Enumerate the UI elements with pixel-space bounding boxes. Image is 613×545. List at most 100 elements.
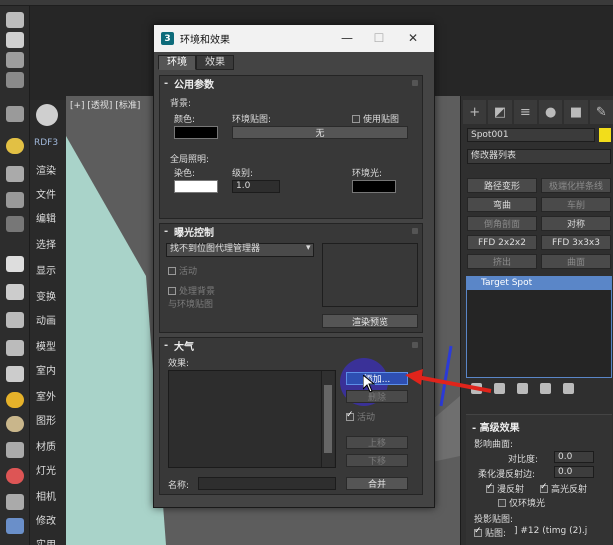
tab-effects[interactable]: 效果 [196, 55, 234, 70]
stack-item[interactable]: Target Spot [467, 277, 611, 290]
contrast-spinner[interactable]: 0.0 [554, 451, 594, 463]
move-up-button[interactable]: 上移 [346, 436, 408, 449]
cmd-render[interactable]: 渲染 [36, 162, 56, 177]
cmd-animation[interactable]: 动画 [36, 312, 56, 327]
light-icon[interactable] [6, 468, 24, 484]
exposure-control-header[interactable]: - 曝光控制 [160, 224, 422, 239]
model-icon[interactable] [6, 340, 24, 356]
diffuse-checkbox[interactable]: 漫反射 [486, 482, 524, 495]
modifier-button[interactable]: 弯曲 [467, 197, 537, 212]
effects-list[interactable] [168, 370, 336, 468]
camera-icon[interactable] [6, 166, 24, 182]
cmd-transform[interactable]: 变换 [36, 288, 56, 303]
map-checkbox[interactable]: 贴图: [474, 526, 506, 539]
common-parameters-header[interactable]: - 公用参数 [160, 76, 422, 91]
exposure-type-dropdown[interactable]: 找不到位图代理管理器 [166, 243, 314, 257]
modify-tab-icon[interactable]: ◩ [488, 100, 512, 124]
modifier-button[interactable]: 对称 [541, 216, 611, 231]
cmd-file[interactable]: 文件 [36, 186, 56, 201]
soften-spinner[interactable]: 0.0 [554, 466, 594, 478]
scrollbar-thumb[interactable] [324, 385, 332, 453]
atmosphere-active-checkbox[interactable]: 活动 [346, 410, 375, 423]
cmd-interior[interactable]: 室内 [36, 362, 56, 377]
display-tab-icon[interactable]: ■ [564, 100, 588, 124]
make-unique-icon[interactable] [517, 383, 528, 394]
close-icon[interactable]: ✕ [406, 31, 420, 45]
modify-icon[interactable] [6, 518, 24, 534]
cmd-shape[interactable]: 图形 [36, 412, 56, 427]
cmd-light[interactable]: 灯光 [36, 462, 56, 477]
camera-icon[interactable] [6, 494, 24, 510]
cloud-icon[interactable] [6, 32, 24, 48]
cmd-edit[interactable]: 编辑 [36, 210, 56, 225]
toolbar-tool-icon[interactable] [6, 72, 24, 88]
transform-icon[interactable] [6, 284, 24, 300]
animation-icon[interactable] [6, 312, 24, 328]
modifier-list-dropdown[interactable]: 修改器列表 [467, 149, 611, 164]
exposure-active-checkbox[interactable]: 活动 [168, 264, 197, 277]
cmd-modify[interactable]: 修改 [36, 512, 56, 527]
remove-modifier-icon[interactable] [540, 383, 551, 394]
modifier-button[interactable]: 极端化样条线 [541, 178, 611, 193]
delete-effect-button[interactable]: 删除 [346, 390, 408, 403]
interior-icon[interactable] [6, 366, 24, 382]
tab-environment[interactable]: 环境 [158, 55, 196, 70]
tint-color-swatch[interactable] [174, 180, 218, 193]
cmd-material[interactable]: 材质 [36, 438, 56, 453]
hierarchy-tab-icon[interactable]: ≡ [513, 100, 537, 124]
effect-name-field[interactable] [198, 477, 336, 490]
cmd-select[interactable]: 选择 [36, 236, 56, 251]
modifier-button[interactable]: 路径变形 [467, 178, 537, 193]
minimize-icon[interactable]: — [340, 31, 354, 45]
affect-surfaces-label: 影响曲面: [474, 440, 514, 450]
dialog-titlebar[interactable]: 3 环境和效果 — ☐ ✕ [154, 25, 434, 52]
modifier-button[interactable]: 曲面 [541, 254, 611, 269]
material-editor-icon[interactable] [6, 106, 24, 122]
create-tab-icon[interactable]: + [463, 100, 487, 124]
atmosphere-header[interactable]: - 大气 [160, 338, 422, 353]
use-map-checkbox[interactable]: 使用贴图 [352, 112, 399, 125]
add-effect-button[interactable]: 添加... [346, 372, 408, 385]
background-color-swatch[interactable] [174, 126, 218, 139]
process-background-checkbox[interactable]: 处理背景 与环境贴图 [168, 284, 215, 310]
object-color-swatch[interactable] [599, 128, 611, 142]
utilities-tab-icon[interactable]: ✎ [589, 100, 613, 124]
effects-scrollbar[interactable] [321, 371, 334, 467]
ambient-only-checkbox[interactable]: 仅环境光 [498, 496, 545, 509]
modifier-stack[interactable]: Target Spot [466, 276, 612, 378]
modifier-button[interactable]: 挤出 [467, 254, 537, 269]
shape-icon[interactable] [6, 416, 24, 432]
render-frame-icon[interactable] [6, 52, 24, 68]
viewport-icon[interactable] [6, 256, 24, 272]
level-spinner[interactable]: 1.0 [232, 180, 280, 193]
ambient-color-swatch[interactable] [352, 180, 396, 193]
material-icon[interactable] [6, 442, 24, 458]
modifier-button[interactable]: FFD 2x2x2 [467, 235, 537, 250]
move-down-button[interactable]: 下移 [346, 454, 408, 467]
maximize-icon[interactable]: ☐ [372, 31, 386, 45]
object-name-field[interactable]: Spot001 [467, 128, 595, 142]
modifier-button[interactable]: 车削 [541, 197, 611, 212]
merge-button[interactable]: 合并 [346, 477, 408, 490]
list-icon[interactable] [6, 216, 24, 232]
specular-checkbox[interactable]: 高光反射 [540, 482, 587, 495]
render-preview-button[interactable]: 渲染预览 [322, 314, 418, 328]
show-end-result-icon[interactable] [494, 383, 505, 394]
modifier-button[interactable]: 倒角剖面 [467, 216, 537, 231]
configure-sets-icon[interactable] [563, 383, 574, 394]
sun-icon[interactable] [6, 392, 24, 408]
cmd-display[interactable]: 显示 [36, 262, 56, 277]
cmd-model[interactable]: 模型 [36, 338, 56, 353]
viewport-label[interactable]: [+] [透视] [标准] [70, 98, 140, 111]
cmd-exterior[interactable]: 室外 [36, 388, 56, 403]
motion-tab-icon[interactable]: ● [538, 100, 563, 124]
advanced-effects-header[interactable]: - 高级效果 [466, 415, 612, 438]
helper-icon[interactable] [6, 192, 24, 208]
modifier-button[interactable]: FFD 3x3x3 [541, 235, 611, 250]
environment-map-button[interactable]: 无 [232, 126, 408, 139]
teapot-icon[interactable] [6, 12, 24, 28]
cmd-camera[interactable]: 相机 [36, 488, 56, 503]
cmd-utility[interactable]: 实用 [36, 536, 56, 545]
projector-map-button[interactable]: ] #12 (timg (2).j [514, 526, 587, 536]
light-bulb-icon[interactable] [6, 138, 24, 154]
